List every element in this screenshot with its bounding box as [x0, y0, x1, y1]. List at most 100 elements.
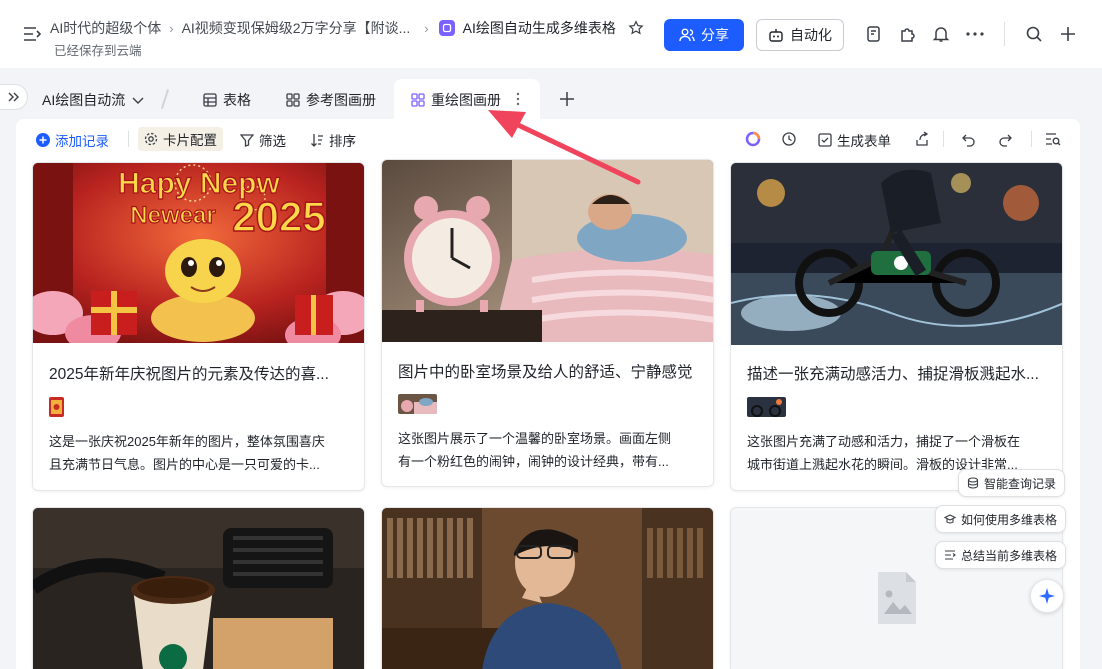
tab-more-icon[interactable]: [516, 92, 520, 106]
ai-assistant-button[interactable]: [1030, 579, 1064, 613]
redo-icon[interactable]: [997, 131, 1013, 147]
card-cover-image: [33, 508, 364, 669]
card-description: 这张图片展示了一个温馨的卧室场景。画面左侧 有一个粉红色的闹钟，闹钟的设计经典，…: [398, 427, 703, 473]
card-cover-image: [382, 160, 713, 342]
divider: [1004, 22, 1005, 46]
robot-icon: [769, 29, 783, 42]
sort-button[interactable]: 排序: [310, 130, 356, 150]
search-icon[interactable]: [1024, 24, 1044, 44]
plus-circle-icon: [36, 133, 50, 147]
more-icon[interactable]: [965, 24, 985, 44]
history-icon[interactable]: [781, 131, 797, 147]
gallery-icon: [411, 93, 425, 107]
gallery-card[interactable]: 图片中的卧室场景及给人的舒适、宁静感觉 这张图片展示了一个温馨的卧室场景。画面左…: [381, 159, 714, 487]
ai-summarize-chip[interactable]: 总结当前多维表格: [935, 541, 1067, 569]
grid-table-icon: [203, 93, 217, 107]
card-description-line: 且充满节日气息。图片的中心是一只可爱的卡...: [49, 457, 320, 472]
undo-icon[interactable]: [961, 131, 977, 147]
card-description-line: 这张图片充满了动感和活力，捕捉了一个滑板在: [747, 434, 1021, 449]
double-chevron-right-icon: [7, 91, 21, 103]
form-icon[interactable]: [864, 24, 884, 44]
tab-table[interactable]: 表格: [203, 90, 251, 110]
attachment-thumbnail[interactable]: [49, 397, 64, 417]
generate-form-button[interactable]: 生成表单: [818, 130, 891, 150]
card-description-line: 这张图片展示了一个温馨的卧室场景。画面左侧: [398, 431, 672, 446]
sparkle-icon: [1038, 587, 1056, 605]
share-button[interactable]: 分享: [664, 19, 744, 51]
chevron-right-icon: ›: [169, 20, 174, 36]
chip-label: 总结当前多维表格: [961, 548, 1058, 563]
plus-icon[interactable]: [1058, 24, 1078, 44]
svg-text:2025: 2025: [232, 193, 325, 240]
chip-label: 智能查询记录: [984, 476, 1057, 491]
add-record-label: 添加记录: [55, 134, 109, 149]
chevron-down-icon: [131, 95, 145, 105]
tab-label: 表格: [223, 92, 251, 108]
search-records-icon[interactable]: [1045, 131, 1061, 147]
image-placeholder-icon: [876, 570, 918, 626]
form-check-icon: [818, 133, 832, 147]
expand-sidebar-button[interactable]: [0, 84, 28, 110]
share-export-icon[interactable]: [914, 131, 930, 147]
plugin-icon[interactable]: [898, 24, 918, 44]
add-record-button[interactable]: 添加记录: [36, 130, 109, 150]
breadcrumb: AI时代的超级个体 › AI视频变现保姆级2万字分享【附谈... › AI绘图自…: [50, 18, 644, 38]
tab-label: 重绘图画册: [431, 92, 501, 108]
ai-smart-query-chip[interactable]: 智能查询记录: [958, 469, 1066, 497]
breadcrumb-item[interactable]: AI视频变现保姆级2万字分享【附谈...: [182, 18, 411, 38]
breadcrumb-item[interactable]: AI时代的超级个体: [50, 18, 161, 38]
card-cover-image: Hapy Nepw Newear 2025: [33, 163, 364, 343]
page-title[interactable]: AI绘图自动生成多维表格: [463, 18, 616, 38]
filter-icon: [240, 133, 254, 147]
tab-reference-gallery[interactable]: 参考图画册: [286, 90, 376, 110]
chevron-right-icon: ›: [424, 20, 429, 36]
card-title: 描述一张充满动感活力、捕捉滑板溅起水...: [747, 366, 1039, 383]
attachment-thumbnail[interactable]: [398, 394, 437, 414]
gear-icon: [144, 132, 158, 146]
generate-form-label: 生成表单: [837, 134, 891, 149]
divider: [160, 89, 170, 109]
view-group-selector[interactable]: AI绘图自动流: [42, 90, 145, 110]
star-icon[interactable]: [628, 20, 644, 36]
add-view-icon[interactable]: [558, 90, 576, 108]
tab-label: 参考图画册: [306, 92, 376, 108]
card-title: 2025年新年庆祝图片的元素及传达的喜...: [49, 366, 329, 383]
chip-label: 如何使用多维表格: [961, 512, 1058, 527]
sort-label: 排序: [329, 134, 356, 149]
filter-label: 筛选: [259, 134, 286, 149]
bitable-app-icon: [438, 20, 455, 36]
gallery-card[interactable]: Hapy Nepw Newear 2025 2025年新年庆祝图片的元素及传达的…: [32, 162, 365, 491]
automation-label: 自动化: [790, 27, 832, 43]
users-icon: [679, 28, 695, 42]
save-status: 已经保存到云端: [54, 44, 142, 58]
gallery-card[interactable]: [32, 507, 365, 669]
attachment-thumbnail[interactable]: [747, 397, 786, 417]
menu-collapse-icon[interactable]: [22, 24, 42, 44]
card-config-label: 卡片配置: [163, 133, 217, 148]
divider: [1031, 131, 1032, 147]
card-config-button[interactable]: 卡片配置: [138, 127, 223, 151]
card-description-line: 有一个粉红色的闹钟，闹钟的设计经典，带有...: [398, 454, 669, 469]
filter-button[interactable]: 筛选: [240, 130, 286, 150]
graduation-cap-icon: [944, 513, 956, 525]
bell-icon[interactable]: [931, 24, 951, 44]
automation-button[interactable]: 自动化: [756, 19, 844, 51]
top-bar: AI时代的超级个体 › AI视频变现保姆级2万字分享【附谈... › AI绘图自…: [0, 0, 1102, 68]
ai-how-to-use-chip[interactable]: 如何使用多维表格: [935, 505, 1067, 533]
tab-redraw-gallery[interactable]: 重绘图画册: [394, 79, 540, 120]
ai-assistant-icon[interactable]: [745, 131, 761, 147]
gallery-icon: [286, 93, 300, 107]
gallery-card[interactable]: [381, 507, 714, 669]
gallery-card[interactable]: 描述一张充满动感活力、捕捉滑板溅起水... 这张图片充满了动感和活力，捕捉了一个…: [730, 162, 1063, 491]
card-description-line: 这是一张庆祝2025年新年的图片，整体氛围喜庆: [49, 434, 325, 449]
card-cover-image: [382, 508, 713, 669]
list-summary-icon: [944, 549, 956, 561]
svg-text:Newear: Newear: [130, 202, 215, 229]
card-title: 图片中的卧室场景及给人的舒适、宁静感觉: [398, 364, 693, 381]
sort-icon: [310, 133, 324, 147]
view-group-label: AI绘图自动流: [42, 92, 126, 108]
divider: [943, 131, 944, 147]
database-icon: [967, 477, 979, 489]
share-label: 分享: [701, 27, 729, 43]
card-description: 这是一张庆祝2025年新年的图片，整体氛围喜庆 且充满节日气息。图片的中心是一只…: [49, 430, 353, 476]
